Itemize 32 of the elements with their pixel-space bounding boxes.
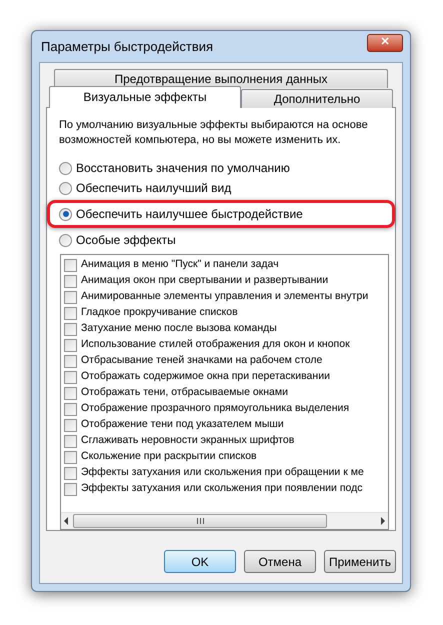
effect-checkbox[interactable]: Анимированные элементы управления и элементы внутри [64,289,388,305]
effect-checkbox[interactable]: Отображение прозрачного прямоугольника выделения [64,401,388,417]
window-title: Параметры быстродействия [41,38,214,56]
effect-checkbox[interactable]: Скольжение при раскрытии списков [64,449,388,465]
radio-option[interactable]: Обеспечить наилучший вид [59,180,383,196]
scroll-right-icon[interactable] [380,517,386,525]
effect-checkbox[interactable]: Сглаживать неровности экранных шрифтов [64,433,388,449]
effect-checkbox[interactable]: Отображать содержимое окна при перетаскивании [64,369,388,385]
scrollbar-thumb[interactable] [73,514,327,528]
effect-checkbox[interactable]: Анимация в меню "Пуск" и панели задач [64,257,388,273]
effect-checkbox[interactable]: Отображение тени под указателем мыши [64,417,388,433]
radio-option[interactable]: Особые эффекты [59,232,383,248]
scroll-left-icon[interactable] [63,517,69,525]
effect-checkbox[interactable]: Использование стилей отображения для окон и кнопок [64,337,388,353]
effect-checkbox[interactable]: Отображать тени, отбрасываемые окнами [64,385,388,401]
grip-icon [196,518,204,524]
effect-checkbox[interactable]: Гладкое прокручивание списков [64,305,388,321]
effect-checkbox[interactable]: Эффекты затухания или скольжения при появлении подс [64,481,388,497]
dialog-button[interactable]: Применить [324,550,396,573]
horizontal-scrollbar[interactable] [61,512,388,529]
dialog-button[interactable]: OK [164,550,236,573]
radio-option[interactable]: Обеспечить наилучшее быстродействие [59,206,383,222]
dialog-button[interactable]: Отмена [244,550,316,573]
effect-checkbox[interactable]: Эффекты затухания или скольжения при обращении к ме [64,465,388,481]
radio-option[interactable]: Восстановить значения по умолчанию [59,160,383,176]
tab[interactable]: Дополнительно [241,89,393,108]
effect-checkbox[interactable]: Отбрасывание теней значками на рабочем столе [64,353,388,369]
tab[interactable]: Предотвращение выполнения данных [54,69,388,88]
tab[interactable]: Визуальные эффекты [49,86,241,108]
effect-checkbox[interactable]: Затухание меню после вызова команды [64,321,388,337]
effect-checkbox[interactable]: Анимация окон при свертывании и развертывании [64,273,388,289]
description-text: По умолчанию визуальные эффекты выбираются на основе возможностей компьютера, но вы можете изменить их. [59,118,369,148]
